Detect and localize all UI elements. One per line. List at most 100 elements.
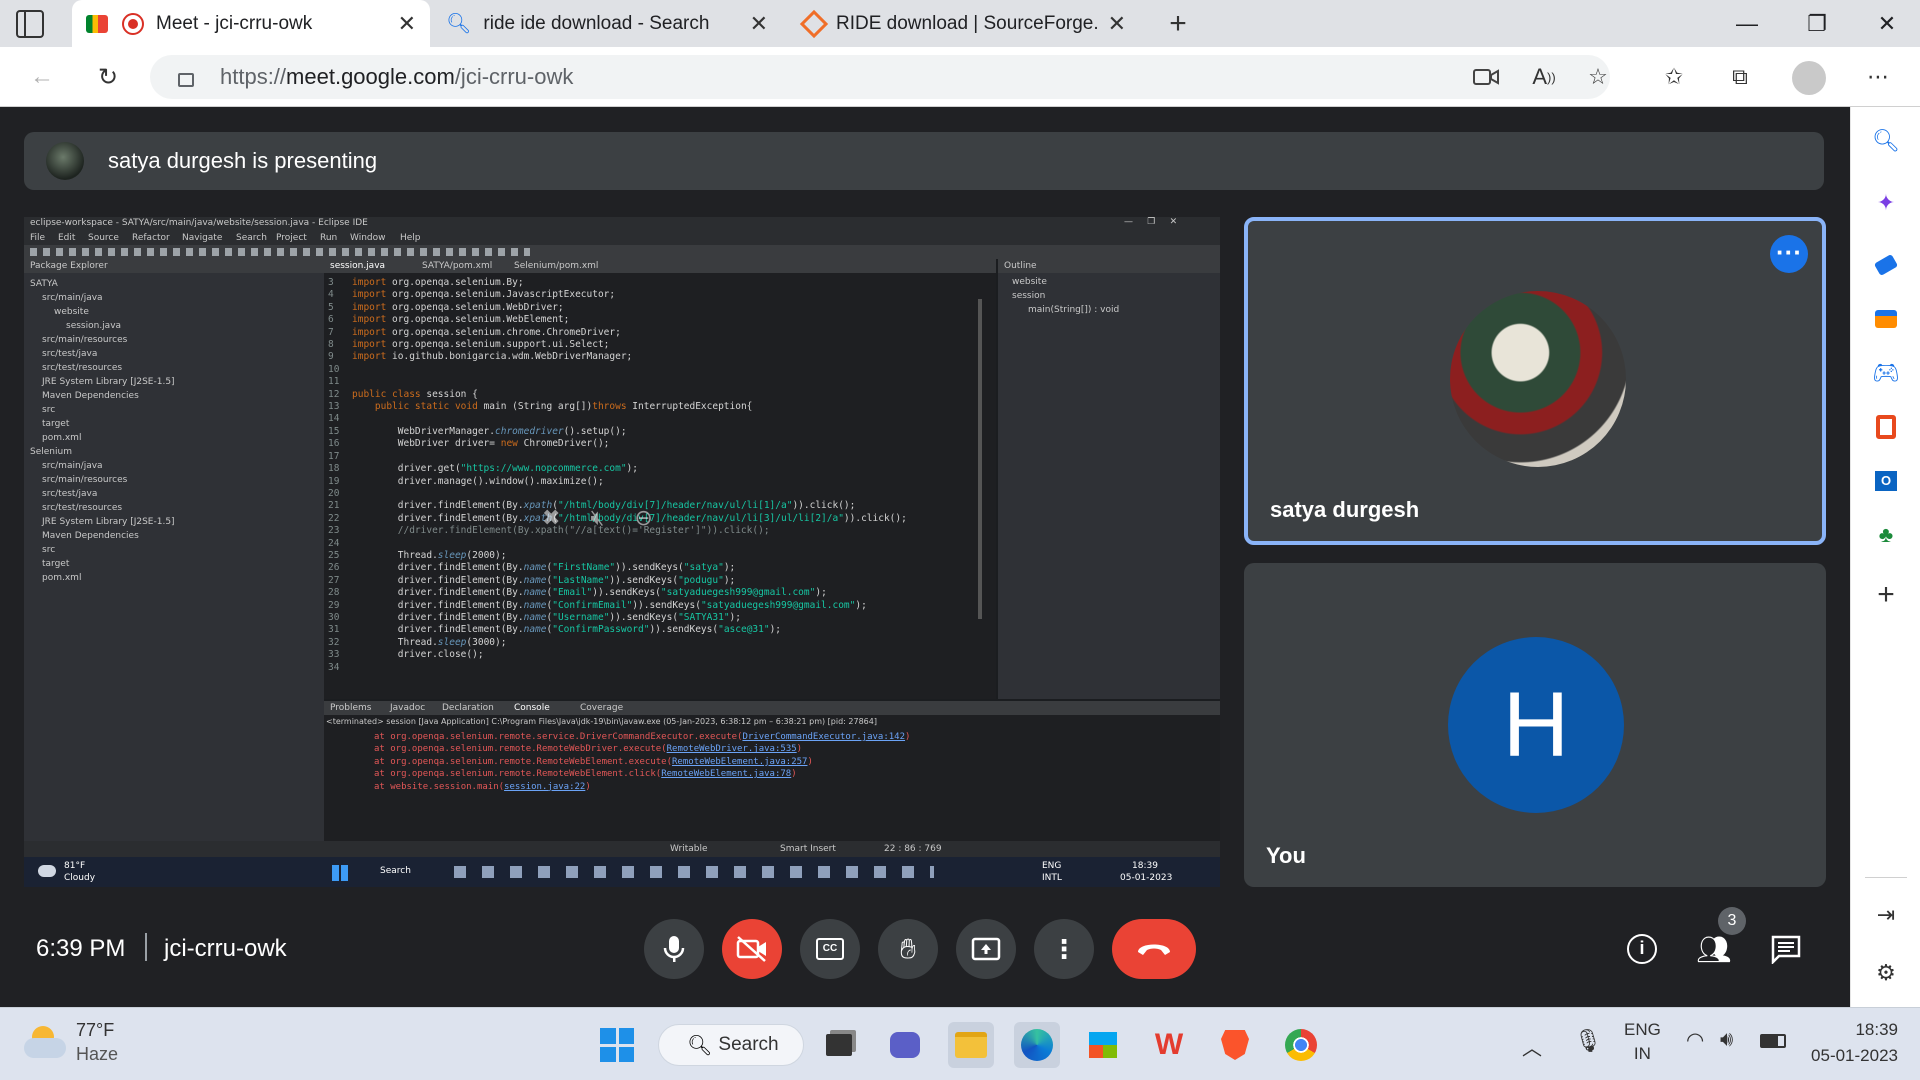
console-tab[interactable]: Javadoc [390, 703, 425, 713]
tree-item[interactable]: pom.xml [42, 433, 81, 443]
tree-item[interactable]: src [42, 545, 55, 555]
console-tab[interactable]: Problems [330, 703, 371, 713]
menu-project[interactable]: Project [276, 233, 307, 243]
language-indicator[interactable]: ENG IN [1624, 1020, 1661, 1064]
tree-item[interactable]: src/test/java [42, 349, 97, 359]
back-icon[interactable]: ← [24, 59, 60, 95]
menu-refactor[interactable]: Refactor [132, 233, 170, 243]
teams-chat-icon[interactable] [882, 1022, 928, 1068]
close-window-icon[interactable]: ✕ [1852, 0, 1920, 47]
close-tab-icon[interactable]: ✕ [398, 11, 416, 37]
people-button[interactable]: 👥︎ [1694, 929, 1734, 969]
tab-actions-icon[interactable] [16, 10, 44, 38]
outline-item[interactable]: main(String[]) : void [1028, 305, 1119, 315]
tree-item[interactable]: src/main/resources [42, 475, 127, 485]
camera-off-button[interactable] [722, 919, 782, 979]
present-screen-button[interactable] [956, 919, 1016, 979]
tree-item[interactable]: Selenium [30, 447, 72, 457]
menu-edit[interactable]: Edit [58, 233, 75, 243]
shopping-icon[interactable] [1868, 247, 1904, 283]
meeting-details-button[interactable]: i [1622, 929, 1662, 969]
office-icon[interactable] [1868, 409, 1904, 445]
tree-icon[interactable]: ♣ [1868, 517, 1904, 553]
close-tab-icon[interactable]: ✕ [1108, 11, 1126, 37]
tree-item[interactable]: target [42, 419, 69, 429]
tree-item[interactable]: JRE System Library [J2SE-1.5] [42, 377, 175, 387]
close-tab-icon[interactable]: ✕ [750, 11, 768, 37]
chrome-icon[interactable] [1278, 1022, 1324, 1068]
restore-icon[interactable]: ❐ [1782, 0, 1852, 47]
menu-help[interactable]: Help [400, 233, 421, 243]
copilot-icon[interactable]: ✦ [1868, 185, 1904, 221]
tree-item[interactable]: JRE System Library [J2SE-1.5] [42, 517, 175, 527]
tab-meet[interactable]: Meet - jci-crru-owk ✕ [72, 0, 430, 47]
show-hidden-icons[interactable]: ︿ [1522, 1032, 1542, 1061]
code-editor[interactable]: session.java SATYA/pom.xml Selenium/pom.… [324, 259, 996, 699]
tree-item[interactable]: pom.xml [42, 573, 81, 583]
camera-icon[interactable] [1468, 59, 1504, 95]
tree-item[interactable]: src/test/java [42, 489, 97, 499]
task-view-icon[interactable] [816, 1022, 862, 1068]
tree-item[interactable]: src/main/resources [42, 335, 127, 345]
menu-run[interactable]: Run [320, 233, 337, 243]
tree-item[interactable]: target [42, 559, 69, 569]
store-icon[interactable] [1080, 1022, 1126, 1068]
tree-item[interactable]: src [42, 405, 55, 415]
tree-item[interactable]: src/test/resources [42, 363, 122, 373]
favorites-icon[interactable]: ✩ [1656, 59, 1692, 95]
participant-tile-you[interactable]: H You [1244, 563, 1826, 887]
add-icon[interactable]: + [1868, 577, 1904, 613]
volume-icon[interactable]: 🔊︎ [1720, 1028, 1733, 1052]
captions-button[interactable]: CC [800, 919, 860, 979]
tab-sourceforge[interactable]: RIDE download | SourceForge.ne ✕ [790, 0, 1140, 47]
add-favorite-icon[interactable]: ☆ [1580, 59, 1616, 95]
brave-icon[interactable] [1212, 1022, 1258, 1068]
read-aloud-icon[interactable]: A)) [1526, 59, 1562, 95]
editor-tab[interactable]: Selenium/pom.xml [514, 261, 598, 271]
outline-item[interactable]: website [1012, 277, 1047, 287]
menu-window[interactable]: Window [350, 233, 386, 243]
editor-tab[interactable]: SATYA/pom.xml [422, 261, 492, 271]
tree-item[interactable]: src/test/resources [42, 503, 122, 513]
wps-icon[interactable]: W [1146, 1022, 1192, 1068]
console-tab[interactable]: Coverage [580, 703, 623, 713]
new-tab-icon[interactable]: + [1160, 6, 1196, 42]
weather-icon[interactable] [24, 1026, 66, 1060]
file-explorer-icon[interactable] [948, 1022, 994, 1068]
more-options-icon[interactable]: ⋯ [1860, 59, 1896, 95]
minimize-icon[interactable]: — [1712, 0, 1782, 47]
games-icon[interactable]: 🎮︎ [1868, 355, 1904, 391]
tab-search[interactable]: 🔍︎ ride ide download - Search ✕ [432, 0, 782, 47]
tools-icon[interactable] [1868, 301, 1904, 337]
microphone-tray-icon[interactable]: 🎙︎ [1574, 1028, 1602, 1054]
microphone-button[interactable] [644, 919, 704, 979]
chat-button[interactable] [1766, 929, 1806, 969]
menu-navigate[interactable]: Navigate [182, 233, 222, 243]
tree-item[interactable]: Maven Dependencies [42, 531, 139, 541]
tree-item[interactable]: Maven Dependencies [42, 391, 139, 401]
menu-source[interactable]: Source [88, 233, 119, 243]
leave-call-button[interactable] [1112, 919, 1196, 979]
console-tab[interactable]: Declaration [442, 703, 494, 713]
menu-search[interactable]: Search [236, 233, 267, 243]
hide-sidebar-icon[interactable]: ⇥ [1868, 897, 1904, 933]
profile-avatar[interactable] [1792, 61, 1826, 95]
wifi-icon[interactable]: ◠ [1686, 1028, 1704, 1053]
menu-file[interactable]: File [30, 233, 45, 243]
tree-item[interactable]: website [54, 307, 89, 317]
tree-item[interactable]: session.java [66, 321, 121, 331]
tile-more-options-icon[interactable]: ··· [1770, 235, 1808, 273]
search-icon[interactable]: 🔍︎ [1868, 123, 1904, 159]
tree-item[interactable]: src/main/java [42, 293, 103, 303]
url-field[interactable]: https://meet.google.com/jci-crru-owk [150, 55, 1610, 99]
taskbar-search[interactable]: 🔍︎ Search [658, 1024, 804, 1066]
battery-icon[interactable] [1760, 1034, 1786, 1048]
settings-icon[interactable]: ⚙ [1868, 955, 1904, 991]
tree-item[interactable]: SATYA [30, 279, 58, 289]
start-button[interactable] [594, 1022, 640, 1068]
raise-hand-button[interactable]: ✋︎ [878, 919, 938, 979]
refresh-icon[interactable]: ↻ [90, 59, 126, 95]
editor-tab[interactable]: session.java [330, 261, 385, 271]
more-options-button[interactable]: ⋮ [1034, 919, 1094, 979]
console-tab[interactable]: Console [514, 703, 550, 713]
